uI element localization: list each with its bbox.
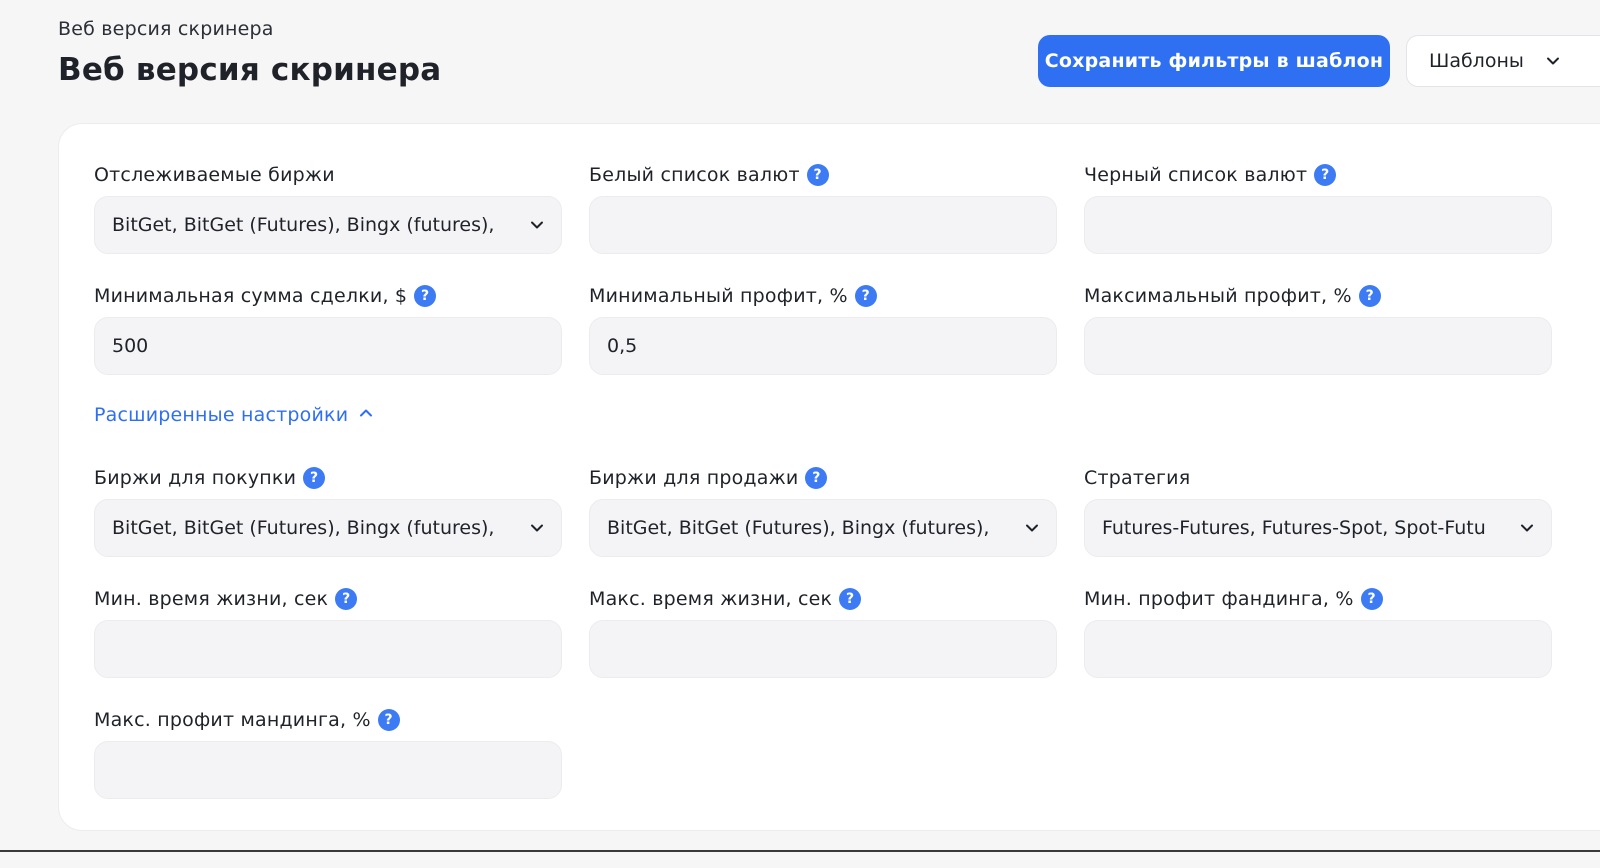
strategy-select[interactable]: Futures-Futures, Futures-Spot, Spot-Futu [1084, 499, 1552, 557]
chevron-down-icon [529, 217, 545, 233]
sell-exchanges-value: BitGet, BitGet (Futures), Bingx (futures… [607, 517, 990, 539]
tracked-exchanges-label: Отслеживаемые биржи [94, 164, 335, 186]
question-circle-icon[interactable]: ? [1358, 285, 1381, 307]
min-lifetime-label: Мин. время жизни, сек [94, 588, 329, 610]
max-profit-field: Максимальный профит, % ? [1084, 283, 1552, 375]
screener-page: Веб версия скринера Веб версия скринера … [0, 0, 1600, 868]
min-deal-amount-value: 500 [112, 335, 149, 357]
max-funding-profit-field: Макс. профит мандинга, % ? [94, 707, 562, 799]
min-profit-input[interactable]: 0,5 [589, 317, 1057, 375]
tracked-exchanges-value: BitGet, BitGet (Futures), Bingx (futures… [112, 214, 495, 236]
buy-exchanges-field: Биржи для покупки ? BitGet, BitGet (Futu… [94, 465, 562, 557]
field-label: Черный список валют ? [1084, 162, 1552, 188]
field-label: Макс. время жизни, сек ? [589, 586, 1057, 612]
advanced-settings-label: Расширенные настройки [94, 404, 349, 426]
templates-button-label: Шаблоны [1429, 50, 1524, 72]
field-label: Стратегия [1084, 465, 1552, 491]
blacklist-input[interactable] [1084, 196, 1552, 254]
field-label: Мин. профит фандинга, % ? [1084, 586, 1552, 612]
chevron-up-icon [358, 404, 374, 426]
bottom-divider [0, 850, 1600, 852]
field-label: Биржи для продажи ? [589, 465, 1057, 491]
question-circle-icon[interactable]: ? [854, 285, 877, 307]
chevron-down-icon [1024, 520, 1040, 536]
min-deal-amount-label: Минимальная сумма сделки, $ [94, 285, 408, 307]
question-circle-icon[interactable]: ? [805, 467, 828, 489]
whitelist-field: Белый список валют ? [589, 162, 1057, 254]
buy-exchanges-select[interactable]: BitGet, BitGet (Futures), Bingx (futures… [94, 499, 562, 557]
whitelist-label: Белый список валют [589, 164, 800, 186]
field-label: Белый список валют ? [589, 162, 1057, 188]
strategy-label: Стратегия [1084, 467, 1191, 489]
templates-dropdown-button[interactable]: Шаблоны [1406, 35, 1600, 87]
tracked-exchanges-select[interactable]: BitGet, BitGet (Futures), Bingx (futures… [94, 196, 562, 254]
min-lifetime-input[interactable] [94, 620, 562, 678]
chevron-down-icon [1519, 520, 1535, 536]
min-funding-profit-field: Мин. профит фандинга, % ? [1084, 586, 1552, 678]
sell-exchanges-field: Биржи для продажи ? BitGet, BitGet (Futu… [589, 465, 1057, 557]
max-lifetime-label: Макс. время жизни, сек [589, 588, 833, 610]
max-funding-profit-input[interactable] [94, 741, 562, 799]
question-circle-icon[interactable]: ? [1314, 164, 1337, 186]
field-label: Минимальная сумма сделки, $ ? [94, 283, 562, 309]
chevron-down-icon [1545, 53, 1561, 69]
blacklist-field: Черный список валют ? [1084, 162, 1552, 254]
buy-exchanges-value: BitGet, BitGet (Futures), Bingx (futures… [112, 517, 495, 539]
question-circle-icon[interactable]: ? [303, 467, 326, 489]
field-label: Биржи для покупки ? [94, 465, 562, 491]
field-label: Мин. время жизни, сек ? [94, 586, 562, 612]
question-circle-icon[interactable]: ? [377, 709, 400, 731]
min-profit-field: Минимальный профит, % ? 0,5 [589, 283, 1057, 375]
tracked-exchanges-field: Отслеживаемые биржи BitGet, BitGet (Futu… [94, 162, 562, 254]
max-lifetime-input[interactable] [589, 620, 1057, 678]
breadcrumb[interactable]: Веб версия скринера [58, 18, 274, 40]
max-funding-profit-label: Макс. профит мандинга, % [94, 709, 371, 731]
field-label: Макс. профит мандинга, % ? [94, 707, 562, 733]
question-circle-icon[interactable]: ? [414, 285, 437, 307]
question-circle-icon[interactable]: ? [335, 588, 358, 610]
page-title: Веб версия скринера [58, 52, 442, 88]
min-profit-value: 0,5 [607, 335, 638, 357]
field-label: Минимальный профит, % ? [589, 283, 1057, 309]
advanced-settings-toggle[interactable]: Расширенные настройки [94, 404, 374, 426]
max-lifetime-field: Макс. время жизни, сек ? [589, 586, 1057, 678]
max-profit-input[interactable] [1084, 317, 1552, 375]
field-label: Отслеживаемые биржи [94, 162, 562, 188]
sell-exchanges-select[interactable]: BitGet, BitGet (Futures), Bingx (futures… [589, 499, 1057, 557]
strategy-value: Futures-Futures, Futures-Spot, Spot-Futu [1102, 517, 1486, 539]
min-funding-profit-label: Мин. профит фандинга, % [1084, 588, 1354, 610]
max-profit-label: Максимальный профит, % [1084, 285, 1352, 307]
question-circle-icon[interactable]: ? [806, 164, 829, 186]
field-label: Максимальный профит, % ? [1084, 283, 1552, 309]
save-filters-template-button[interactable]: Сохранить фильтры в шаблон [1038, 35, 1390, 87]
chevron-down-icon [529, 520, 545, 536]
sell-exchanges-label: Биржи для продажи [589, 467, 799, 489]
min-deal-amount-input[interactable]: 500 [94, 317, 562, 375]
min-deal-amount-field: Минимальная сумма сделки, $ ? 500 [94, 283, 562, 375]
min-profit-label: Минимальный профит, % [589, 285, 848, 307]
question-circle-icon[interactable]: ? [839, 588, 862, 610]
blacklist-label: Черный список валют [1084, 164, 1308, 186]
buy-exchanges-label: Биржи для покупки [94, 467, 297, 489]
whitelist-input[interactable] [589, 196, 1057, 254]
strategy-field: Стратегия Futures-Futures, Futures-Spot,… [1084, 465, 1552, 557]
question-circle-icon[interactable]: ? [1360, 588, 1383, 610]
min-lifetime-field: Мин. время жизни, сек ? [94, 586, 562, 678]
min-funding-profit-input[interactable] [1084, 620, 1552, 678]
